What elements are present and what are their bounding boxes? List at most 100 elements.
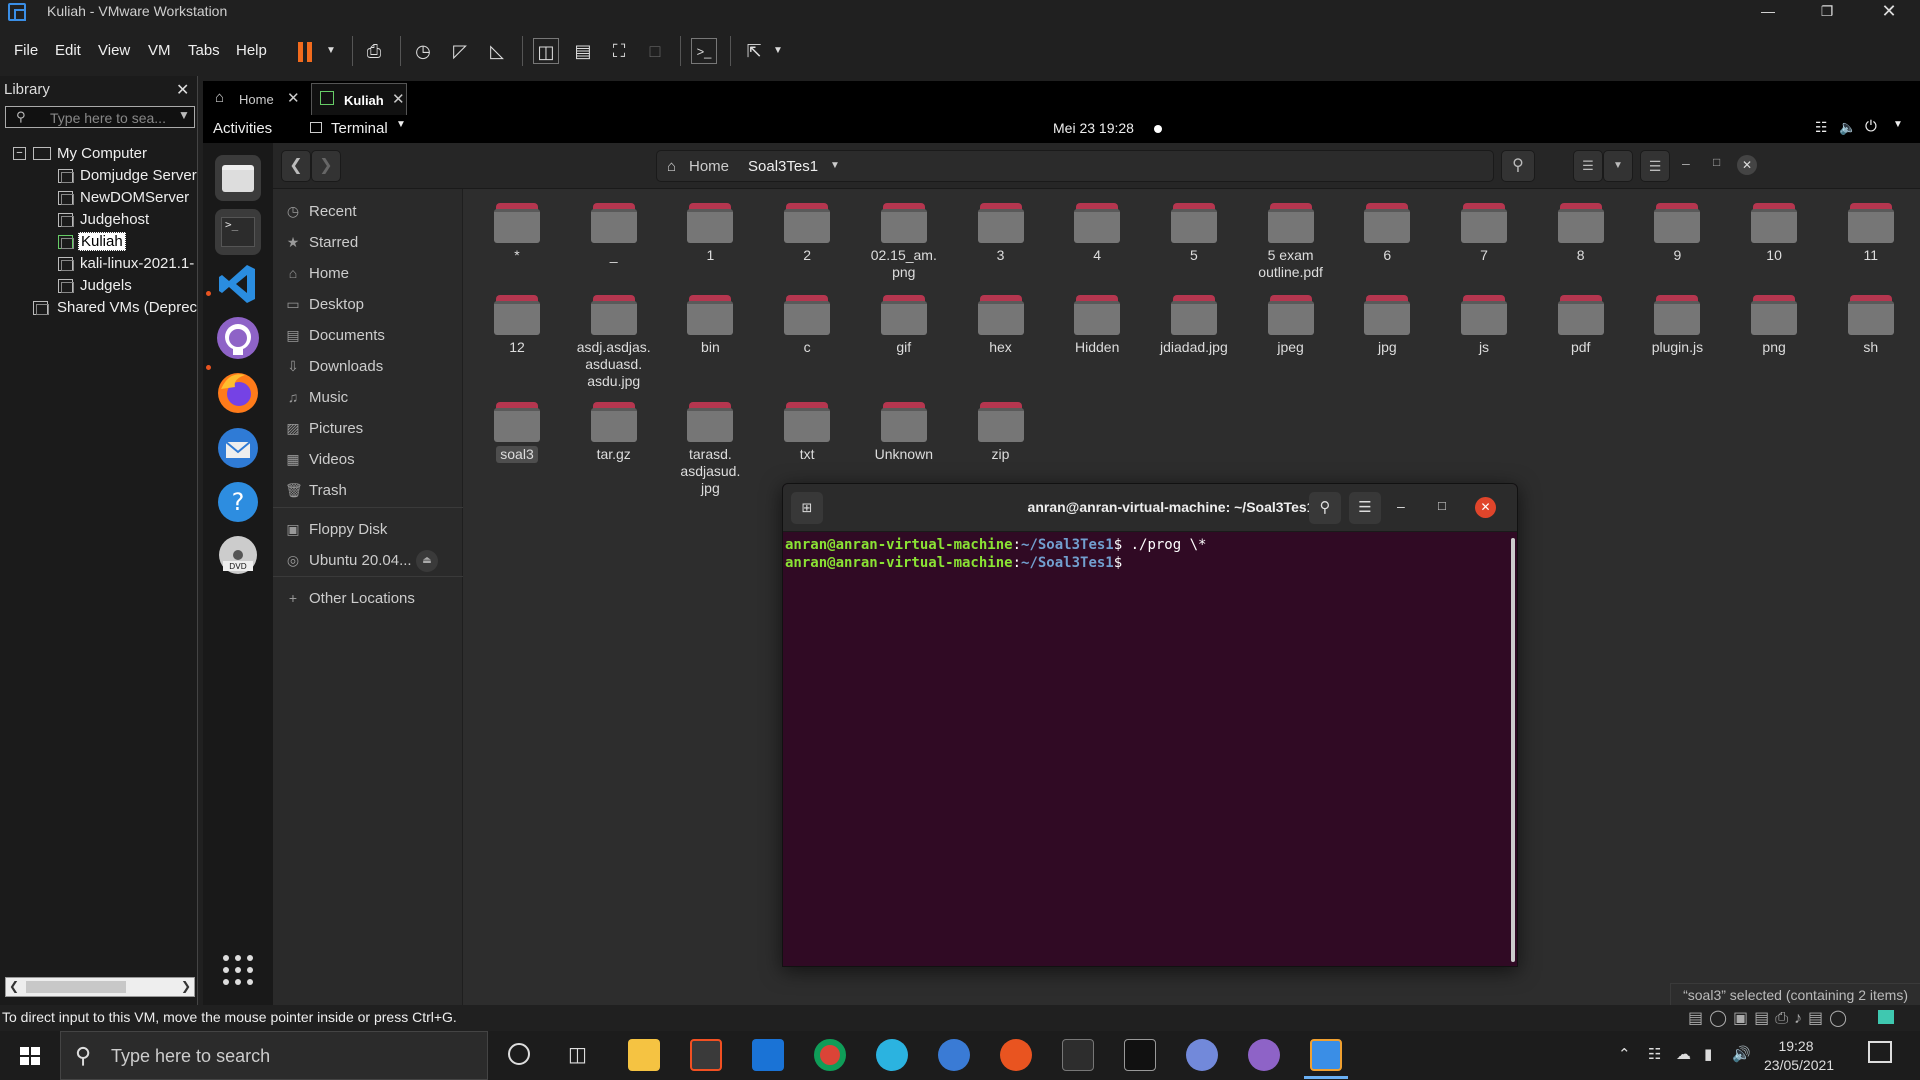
collapse-icon[interactable]: − xyxy=(13,147,26,160)
sidebar-item[interactable]: ⌂ Home xyxy=(273,259,463,289)
menu-view[interactable]: View xyxy=(98,42,130,59)
taskbar-search-input[interactable]: ⚲ Type here to search xyxy=(60,1031,488,1080)
onedrive-icon[interactable]: ☁ xyxy=(1676,1045,1691,1063)
back-button[interactable]: ❮ xyxy=(281,150,311,182)
sidebar-item[interactable]: ▤ Documents xyxy=(273,321,463,351)
close-button[interactable]: ✕ xyxy=(1862,0,1916,24)
minimize-button[interactable]: – xyxy=(1682,155,1690,171)
taskbar-clock[interactable]: 19:28 23/05/2021 xyxy=(1764,1037,1834,1075)
file-item[interactable]: c xyxy=(759,295,855,356)
file-item[interactable]: 2 xyxy=(759,203,855,264)
minimize-button[interactable]: – xyxy=(1397,498,1405,514)
file-item[interactable]: 6 xyxy=(1339,203,1435,264)
maximize-button[interactable]: □ xyxy=(1713,155,1720,169)
vmware-icon[interactable] xyxy=(1310,1039,1342,1071)
message-icon[interactable] xyxy=(1878,1010,1894,1024)
file-item[interactable]: Unknown xyxy=(856,402,952,463)
sidebar-item[interactable]: ▨ Pictures xyxy=(273,414,463,444)
terminal-icon[interactable]: >_ xyxy=(215,209,261,255)
files-icon[interactable] xyxy=(215,155,261,201)
file-item[interactable]: zip xyxy=(953,402,1049,463)
file-item[interactable]: jpeg xyxy=(1243,295,1339,356)
snapshot-icon[interactable]: ◷ xyxy=(410,38,436,64)
firefox-icon[interactable] xyxy=(215,369,261,415)
sidebar-item[interactable]: ★ Starred xyxy=(273,228,463,258)
sidebar-item[interactable]: ♫ Music xyxy=(273,383,463,413)
close-tab-icon[interactable]: ✕ xyxy=(287,89,300,107)
store-icon[interactable] xyxy=(690,1039,722,1071)
file-item[interactable]: 10 xyxy=(1726,203,1822,264)
close-tab-icon[interactable]: ✕ xyxy=(392,90,405,108)
minimize-button[interactable]: — xyxy=(1741,0,1795,24)
discord-icon[interactable] xyxy=(1186,1039,1218,1071)
library-search-input[interactable]: ⚲ Type here to sea... ▼ xyxy=(5,106,195,128)
sidebar-item[interactable]: ◷ Recent xyxy=(273,197,463,227)
file-item[interactable]: Hidden xyxy=(1049,295,1145,356)
app-menu[interactable]: Terminal xyxy=(331,120,388,137)
file-item[interactable]: plugin.js xyxy=(1629,295,1725,356)
file-item[interactable]: gif xyxy=(856,295,952,356)
terminal-window[interactable]: ⊞ anran@anran-virtual-machine: ~/Soal3Te… xyxy=(782,483,1518,967)
file-item[interactable]: 8 xyxy=(1533,203,1629,264)
thunderbird-icon[interactable] xyxy=(215,425,261,471)
github-icon[interactable] xyxy=(215,315,261,361)
close-button[interactable]: ✕ xyxy=(1475,497,1496,518)
windows-start-icon[interactable] xyxy=(0,1031,60,1080)
file-item[interactable]: 7 xyxy=(1436,203,1532,264)
file-item[interactable]: tar.gz xyxy=(566,402,662,463)
file-item[interactable]: 11 xyxy=(1823,203,1919,264)
file-item[interactable]: 4 xyxy=(1049,203,1145,264)
tray-overflow-icon[interactable]: ⌃ xyxy=(1618,1045,1631,1063)
power-icon[interactable]: ⏻ xyxy=(1865,118,1877,135)
notifications-icon[interactable] xyxy=(1868,1041,1892,1063)
search-icon[interactable]: ⚲ xyxy=(1309,492,1341,524)
file-item[interactable]: hex xyxy=(953,295,1049,356)
volume-icon[interactable]: 🔈 xyxy=(1839,119,1856,136)
library-close-icon[interactable]: ✕ xyxy=(176,80,189,100)
file-item[interactable]: _ xyxy=(566,203,662,264)
search-button[interactable]: ⚲ xyxy=(1501,150,1535,182)
fullscreen-icon[interactable]: ⛶ xyxy=(606,38,632,64)
clock[interactable]: Mei 23 19:28 xyxy=(1053,120,1134,136)
file-item[interactable]: txt xyxy=(759,402,855,463)
terminal-scrollbar[interactable] xyxy=(1511,538,1515,962)
menu-button[interactable]: ☰ xyxy=(1640,150,1670,182)
eject-icon[interactable]: ⏏ xyxy=(416,550,438,572)
file-item[interactable]: png xyxy=(1726,295,1822,356)
terminal-output[interactable]: anran@anran-virtual-machine:~/Soal3Tes1$… xyxy=(785,536,1495,572)
file-item[interactable]: 1 xyxy=(662,203,758,264)
file-item[interactable]: soal3 xyxy=(469,402,565,464)
restore-button[interactable]: ❐ xyxy=(1800,0,1854,24)
file-item[interactable]: * xyxy=(469,203,565,264)
menu-tabs[interactable]: Tabs xyxy=(188,42,220,59)
wifi-icon[interactable]: ☷ xyxy=(1648,1045,1661,1063)
menu-edit[interactable]: Edit xyxy=(55,42,81,59)
library-view-icon[interactable]: ◫ xyxy=(533,38,559,64)
volume-icon[interactable]: 🔊 xyxy=(1732,1045,1751,1063)
mail-icon[interactable] xyxy=(752,1039,784,1071)
scrollbar-thumb[interactable] xyxy=(26,981,126,993)
breadcrumb-current[interactable]: Soal3Tes1 xyxy=(748,158,818,175)
tab-kuliah[interactable]: Kuliah ✕ xyxy=(311,83,407,115)
sidebar-item[interactable]: ▭ Desktop xyxy=(273,290,463,320)
menu-file[interactable]: File xyxy=(14,42,38,59)
dvd-icon[interactable]: DVD xyxy=(215,533,261,579)
file-item[interactable]: 02.15_am. png xyxy=(856,203,952,281)
vm-display[interactable]: Activities Terminal ▼ Mei 23 19:28 ☷ 🔈 ⏻… xyxy=(203,115,1920,1005)
file-item[interactable]: sh xyxy=(1823,295,1919,356)
unity-icon[interactable]: □ xyxy=(642,38,668,64)
console-view-icon[interactable]: >_ xyxy=(691,38,717,64)
file-item[interactable]: pdf xyxy=(1533,295,1629,356)
chevron-down-icon[interactable]: ▼ xyxy=(178,108,190,122)
file-item[interactable]: bin xyxy=(662,295,758,356)
show-applications-icon[interactable] xyxy=(221,953,255,987)
file-item[interactable]: asdj.asdjas. asduasd. asdu.jpg xyxy=(566,295,662,390)
library-horizontal-scrollbar[interactable]: ❮ ❯ xyxy=(5,977,195,997)
view-options-button[interactable]: ▼ xyxy=(1603,150,1633,182)
stretch-dropdown-icon[interactable]: ▼ xyxy=(765,38,791,64)
menu-vm[interactable]: VM xyxy=(148,42,171,59)
maximize-button[interactable]: □ xyxy=(1438,498,1446,513)
file-item[interactable]: jdiadad.jpg xyxy=(1146,295,1242,356)
sidebar-item[interactable]: ▦ Videos xyxy=(273,445,463,475)
file-item[interactable]: 12 xyxy=(469,295,565,356)
